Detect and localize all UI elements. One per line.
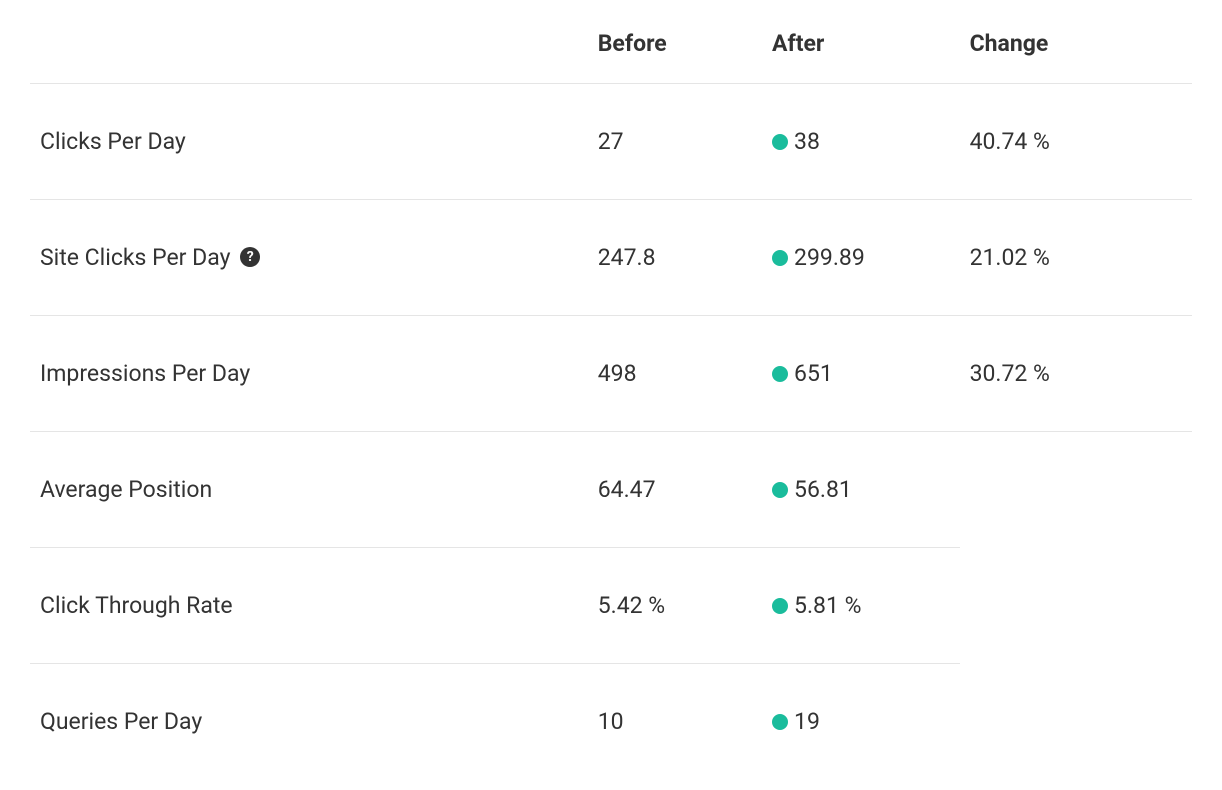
- table-row: Impressions Per Day 498 651 30.72 %: [30, 316, 1192, 432]
- metric-label-cell: Click Through Rate: [30, 548, 588, 664]
- after-value-cell: 19: [762, 664, 960, 780]
- metric-label: Average Position: [40, 476, 212, 503]
- after-value: 299.89: [794, 244, 865, 271]
- metric-label-cell: Average Position: [30, 432, 588, 548]
- header-metric: [30, 10, 588, 84]
- after-value-cell: 299.89: [762, 200, 960, 316]
- table-header-row: Before After Change: [30, 10, 1192, 84]
- metric-label: Queries Per Day: [40, 708, 202, 735]
- after-value: 38: [794, 128, 820, 155]
- after-value-cell: 5.81 %: [762, 548, 960, 664]
- metric-label-cell: Site Clicks Per Day ?: [30, 200, 588, 316]
- after-value: 5.81 %: [794, 592, 861, 619]
- help-icon[interactable]: ?: [240, 247, 260, 267]
- after-value-cell: 651: [762, 316, 960, 432]
- metric-label: Click Through Rate: [40, 592, 233, 619]
- header-after: After: [762, 10, 960, 84]
- metric-label-cell: Clicks Per Day: [30, 84, 588, 200]
- after-value: 19: [794, 708, 820, 735]
- after-value-cell: 38: [762, 84, 960, 200]
- status-dot-icon: [772, 250, 788, 266]
- after-value: 651: [794, 360, 833, 387]
- change-value: [960, 432, 1192, 548]
- before-value: 64.47: [588, 432, 762, 548]
- metric-label: Site Clicks Per Day: [40, 244, 230, 271]
- table-row: Clicks Per Day 27 38 40.74 %: [30, 84, 1192, 200]
- metrics-table: Before After Change Clicks Per Day 27 38 40…: [30, 10, 1192, 779]
- table-row: Click Through Rate 5.42 % 5.81 %: [30, 548, 1192, 664]
- before-value: 498: [588, 316, 762, 432]
- table-row: Queries Per Day 10 19: [30, 664, 1192, 780]
- status-dot-icon: [772, 366, 788, 382]
- before-value: 10: [588, 664, 762, 780]
- status-dot-icon: [772, 134, 788, 150]
- metric-label-cell: Queries Per Day: [30, 664, 588, 780]
- metric-label-cell: Impressions Per Day: [30, 316, 588, 432]
- after-value-cell: 56.81: [762, 432, 960, 548]
- metric-label: Clicks Per Day: [40, 128, 186, 155]
- table-row: Site Clicks Per Day ?247.8299.8921.02 %: [30, 200, 1192, 316]
- change-value: 30.72 %: [960, 316, 1192, 432]
- status-dot-icon: [772, 598, 788, 614]
- metric-label: Impressions Per Day: [40, 360, 250, 387]
- change-value: [960, 664, 1192, 780]
- header-change: Change: [960, 10, 1192, 84]
- status-dot-icon: [772, 482, 788, 498]
- status-dot-icon: [772, 714, 788, 730]
- table-row: Average Position 64.47 56.81: [30, 432, 1192, 548]
- change-value: [960, 548, 1192, 664]
- header-before: Before: [588, 10, 762, 84]
- before-value: 27: [588, 84, 762, 200]
- after-value: 56.81: [794, 476, 852, 503]
- change-value: 21.02 %: [960, 200, 1192, 316]
- before-value: 5.42 %: [588, 548, 762, 664]
- change-value: 40.74 %: [960, 84, 1192, 200]
- before-value: 247.8: [588, 200, 762, 316]
